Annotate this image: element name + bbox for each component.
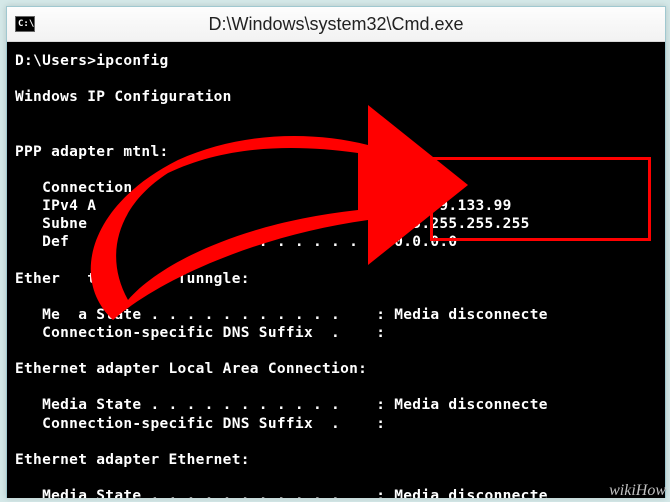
- titlebar[interactable]: C:\ D:\Windows\system32\Cmd.exe: [7, 7, 665, 42]
- watermark: wikiHow: [609, 482, 666, 500]
- terminal-output[interactable]: D:\Users>ipconfig Windows IP Configurati…: [7, 42, 665, 498]
- window-title: D:\Windows\system32\Cmd.exe: [208, 14, 463, 35]
- cmd-window: C:\ D:\Windows\system32\Cmd.exe D:\Users…: [6, 6, 666, 498]
- cmd-icon-label: C:\: [18, 19, 34, 29]
- cmd-icon: C:\: [15, 16, 35, 32]
